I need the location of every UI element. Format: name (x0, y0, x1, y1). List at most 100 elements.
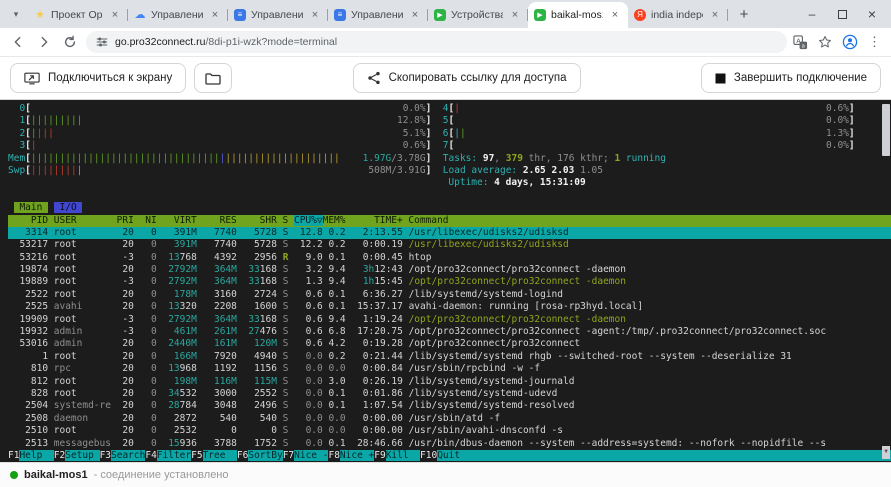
fkey-f2[interactable]: F2 (54, 450, 65, 461)
end-connection-button[interactable]: Завершить подключение (701, 63, 881, 93)
sort-column-cpu[interactable]: CPU%▽ (294, 215, 323, 226)
bookmark-button[interactable] (818, 35, 832, 49)
browser-tab-устройства[interactable]: ▶Устройства -× (428, 2, 528, 28)
tab-title: Управление п (251, 9, 303, 21)
htop-tab-row: Main I/O (8, 202, 891, 214)
connect-screen-button[interactable]: Подключиться к экрану (10, 63, 186, 93)
process-row[interactable]: 19874 root 20 0 2792M 364M 33168 S 3.2 9… (8, 264, 891, 276)
restore-icon (838, 10, 847, 19)
fkey-label-nice[interactable]: Nice - (294, 450, 328, 461)
fkey-label-quit[interactable]: Quit (437, 450, 471, 461)
back-button[interactable] (8, 32, 28, 52)
browser-tab-управление-п[interactable]: ≡Управление п× (228, 2, 328, 28)
fkey-label-setup[interactable]: Setup (65, 450, 99, 461)
htop-tab-io[interactable]: I/O (54, 202, 83, 213)
connect-screen-label: Подключиться к экрану (48, 72, 172, 84)
minimize-button[interactable]: – (797, 0, 827, 28)
fkey-f4[interactable]: F4 (145, 450, 156, 461)
process-row[interactable]: 810 rpc 20 0 13968 1192 1156 S 0.0 0.0 0… (8, 363, 891, 375)
profile-button[interactable] (842, 34, 858, 50)
translate-button[interactable]: Aa (793, 35, 808, 50)
process-row[interactable]: 19909 root -3 0 2792M 364M 33168 S 0.6 9… (8, 314, 891, 326)
fkey-label-search[interactable]: Search (111, 450, 145, 461)
process-row[interactable]: 2504 systemd-re 20 0 28784 3048 2496 S 0… (8, 400, 891, 412)
browser-tab-baikal-mos1[interactable]: ▶baikal-mos1 -× (528, 2, 628, 28)
forward-button[interactable] (34, 32, 54, 52)
tab-close-icon[interactable]: × (508, 8, 522, 22)
close-button[interactable]: × (857, 0, 887, 28)
process-row[interactable]: 828 root 20 0 34532 3000 2552 S 0.0 0.1 … (8, 388, 891, 400)
connection-host: baikal-mos1 (24, 469, 88, 481)
tab-close-icon[interactable]: × (708, 8, 722, 22)
terminal-scrollbar[interactable]: ▼ (881, 100, 891, 462)
terminal[interactable]: 0[ 0.0%] 4[| 0.6%] 1[||||||||| (0, 100, 891, 462)
process-row[interactable]: 53216 root -3 0 13768 4392 2956 R 9.0 0.… (8, 252, 891, 264)
process-row[interactable]: 19932 admin -3 0 461M 261M 27476 S 0.6 6… (8, 326, 891, 338)
fkey-f10[interactable]: F10 (420, 450, 437, 461)
fkey-label-filter[interactable]: Filter (157, 450, 191, 461)
fkey-label-help[interactable]: Help (19, 450, 53, 461)
process-row[interactable]: 2508 daemon 20 0 2872 540 540 S 0.0 0.0 … (8, 413, 891, 425)
browser-tab-управление-з[interactable]: ☁Управление з× (128, 2, 228, 28)
copy-link-label: Скопировать ссылку для доступа (389, 72, 567, 84)
file-manager-button[interactable] (194, 63, 232, 93)
process-row[interactable]: 53016 admin 20 0 2440M 161M 120M S 0.6 4… (8, 338, 891, 350)
nav-right-icons: Aa ⋮ (793, 34, 883, 50)
fkey-label-nice+[interactable]: Nice + (340, 450, 374, 461)
stop-icon (715, 73, 726, 84)
restore-button[interactable] (827, 0, 857, 28)
tab-title: Проект Open (51, 9, 103, 21)
doc-favicon: ≡ (334, 9, 346, 21)
forward-icon (37, 35, 51, 49)
menu-button[interactable]: ⋮ (868, 34, 881, 50)
fkey-f5[interactable]: F5 (191, 450, 202, 461)
address-bar[interactable]: go.pro32connect.ru/8di-p1i-wzk?mode=term… (86, 31, 787, 53)
tab-close-icon[interactable]: × (108, 8, 122, 22)
browser-tab-india-indepen[interactable]: Яindia indepen× (628, 2, 728, 28)
browser-tab-проект-open[interactable]: ★Проект Open× (28, 2, 128, 28)
process-row[interactable]: 2510 root 20 0 2532 0 0 S 0.0 0.0 0:00.0… (8, 425, 891, 437)
browser-window: ▾ ★Проект Open×☁Управление з×≡Управление… (0, 0, 891, 487)
cloud-favicon: ☁ (134, 9, 146, 21)
process-row[interactable]: 2522 root 20 0 178M 3160 2724 S 0.6 0.1 … (8, 289, 891, 301)
fkey-label-sortby[interactable]: SortBy (248, 450, 282, 461)
navigation-bar: go.pro32connect.ru/8di-p1i-wzk?mode=term… (0, 28, 891, 57)
cpu-meter-row: 3[| 0.6%] 7[ 0.0%] (8, 140, 891, 152)
fkey-label-kill[interactable]: Kill (386, 450, 420, 461)
url-host: go.pro32connect.ru (115, 36, 205, 48)
fkey-f3[interactable]: F3 (100, 450, 111, 461)
process-table-header[interactable]: PID USER PRI NI VIRT RES SHR S CPU%▽MEM%… (8, 215, 891, 227)
browser-tab-управление-ч[interactable]: ≡Управление ч× (328, 2, 428, 28)
connection-status-text: - соединение установлено (94, 469, 229, 481)
process-row[interactable]: 19889 root -3 0 2792M 364M 33168 S 1.3 9… (8, 276, 891, 288)
tab-search-chevron-icon[interactable]: ▾ (6, 4, 26, 24)
tab-close-icon[interactable]: × (208, 8, 222, 22)
fkey-f9[interactable]: F9 (374, 450, 385, 461)
end-connection-label: Завершить подключение (734, 72, 867, 84)
tab-close-icon[interactable]: × (408, 8, 422, 22)
process-row[interactable]: 2525 avahi 20 0 13320 2208 1600 S 0.6 0.… (8, 301, 891, 313)
process-row[interactable]: 2513 messagebus 20 0 15936 3788 1752 S 0… (8, 438, 891, 450)
process-row[interactable]: 53217 root 20 0 391M 7740 5728 S 12.2 0.… (8, 239, 891, 251)
new-tab-button[interactable]: + (732, 2, 756, 26)
toolbar-center-group: Скопировать ссылку для доступа (353, 63, 581, 93)
fkey-f7[interactable]: F7 (283, 450, 294, 461)
star-icon (818, 35, 832, 49)
pro32-favicon: ▶ (534, 9, 546, 21)
tab-close-icon[interactable]: × (308, 8, 322, 22)
process-row[interactable]: 1 root 20 0 166M 7920 4940 S 0.0 0.2 0:2… (8, 351, 891, 363)
scrollbar-thumb[interactable] (882, 104, 890, 156)
tab-title: Устройства - (451, 9, 503, 21)
scrollbar-down-button[interactable]: ▼ (882, 446, 890, 459)
process-row[interactable]: 3314 root 20 0 391M 7740 5728 S 12.8 0.2… (8, 227, 891, 239)
process-row[interactable]: 812 root 20 0 198M 116M 115M S 0.0 3.0 0… (8, 376, 891, 388)
reload-button[interactable] (60, 32, 80, 52)
site-settings-icon[interactable] (96, 36, 108, 48)
copy-link-button[interactable]: Скопировать ссылку для доступа (353, 63, 581, 93)
fkey-label-tree[interactable]: Tree (203, 450, 237, 461)
fkey-f6[interactable]: F6 (237, 450, 248, 461)
htop-tab-main[interactable]: Main (14, 202, 48, 213)
fkey-f8[interactable]: F8 (328, 450, 339, 461)
fkey-f1[interactable]: F1 (8, 450, 19, 461)
tab-close-icon[interactable]: × (608, 8, 622, 22)
